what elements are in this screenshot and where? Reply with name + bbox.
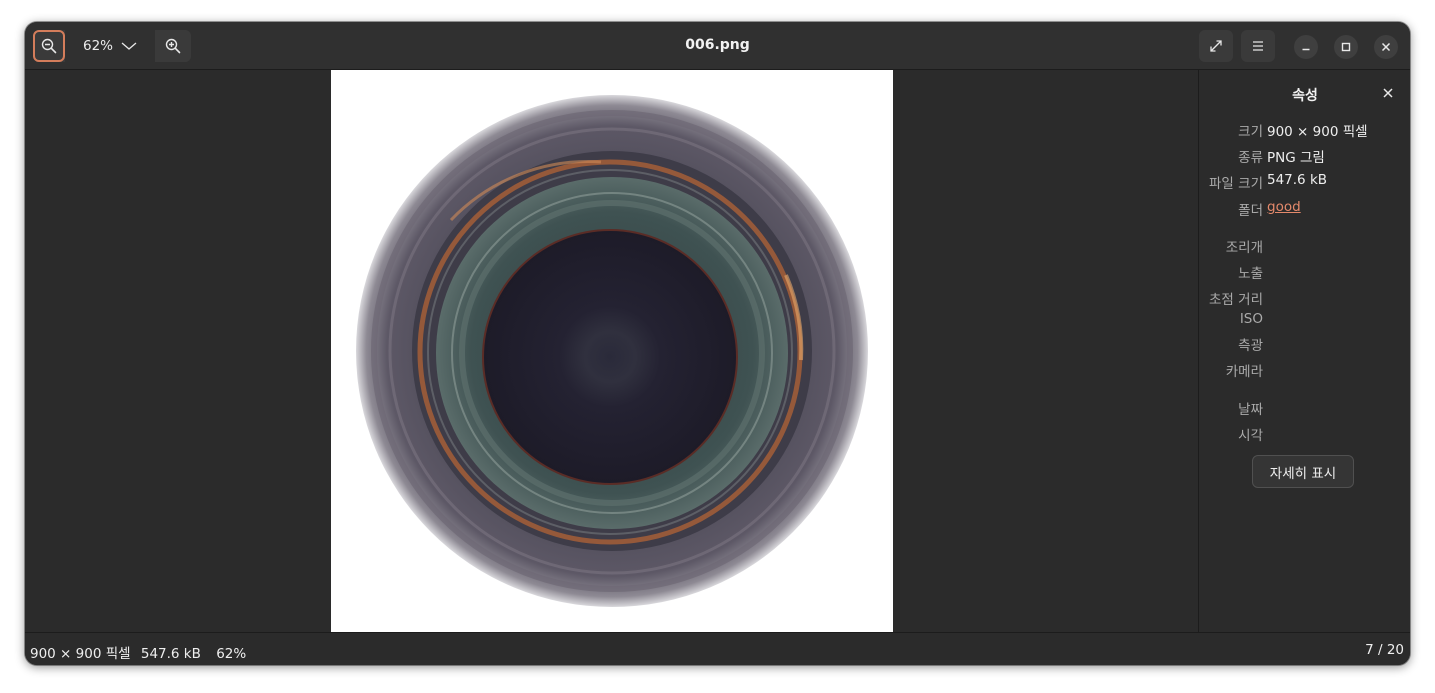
maximize-icon	[1341, 42, 1351, 52]
file-size-value: 547.6 kB	[1267, 172, 1328, 188]
aperture-label: 조리개	[1225, 240, 1263, 256]
iso-label: ISO	[1239, 311, 1263, 327]
properties-sidebar: 속성 크기 900 × 900 픽셀 종류 PNG 그림 파일 크기 547.6…	[1198, 70, 1410, 632]
file-size-label: 파일 크기	[1209, 176, 1263, 192]
maximize-button[interactable]	[1334, 35, 1358, 59]
status-file-size: 547.6 kB	[140, 646, 201, 662]
statusbar: 900 × 900 픽셀 547.6 kB 62% 7 / 20	[25, 632, 1410, 665]
focal-length-label: 초점 거리	[1209, 292, 1263, 308]
status-info: 900 × 900 픽셀 547.6 kB 62%	[30, 642, 252, 662]
close-button[interactable]	[1374, 35, 1398, 59]
minimize-icon	[1302, 48, 1310, 51]
minimize-button[interactable]	[1294, 35, 1318, 59]
camera-label: 카메라	[1225, 364, 1263, 380]
status-dimensions: 900 × 900 픽셀	[30, 646, 131, 662]
folder-link[interactable]: good	[1267, 199, 1301, 215]
size-value: 900 × 900 픽셀	[1267, 124, 1368, 140]
size-label: 크기	[1238, 124, 1263, 140]
bottle-top-photo	[356, 95, 868, 607]
time-label: 시각	[1238, 428, 1263, 444]
fullscreen-button[interactable]	[1199, 30, 1233, 62]
close-icon	[1383, 88, 1393, 98]
close-properties-button[interactable]	[1381, 86, 1395, 100]
folder-label: 폴더	[1238, 203, 1263, 219]
main-menu-button[interactable]	[1241, 30, 1275, 62]
headerbar: 62% 006.png	[25, 22, 1410, 70]
type-label: 종류	[1238, 150, 1263, 166]
image-position-counter: 7 / 20	[1365, 642, 1404, 658]
show-details-button[interactable]: 자세히 표시	[1252, 455, 1354, 488]
type-value: PNG 그림	[1267, 150, 1325, 166]
properties-title: 속성	[1292, 88, 1318, 104]
displayed-image	[331, 70, 893, 632]
exposure-label: 노출	[1238, 266, 1263, 282]
fullscreen-icon	[1210, 40, 1222, 52]
status-zoom: 62%	[216, 646, 247, 662]
image-viewer-area[interactable]	[25, 70, 1198, 632]
image-viewer-window: 62% 006.png 속성 크기 900 × 900 픽셀 종류 PNG 그림…	[25, 22, 1410, 665]
date-label: 날짜	[1238, 402, 1263, 418]
metering-label: 측광	[1238, 338, 1263, 354]
close-icon	[1381, 42, 1391, 52]
hamburger-menu-icon	[1253, 41, 1263, 51]
